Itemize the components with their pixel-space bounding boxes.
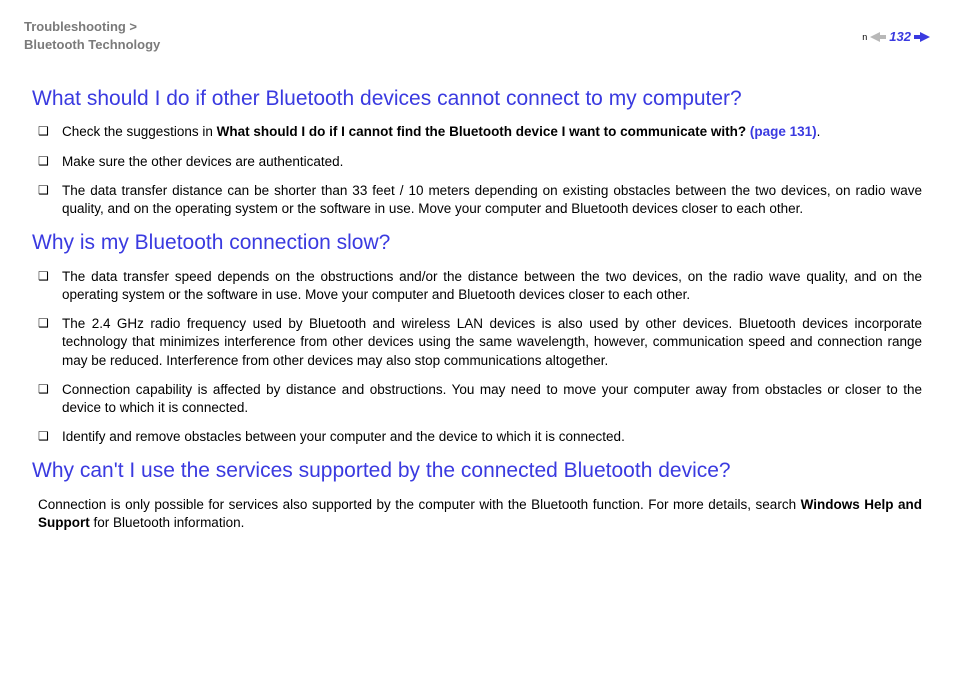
section-heading-2: Why is my Bluetooth connection slow? — [32, 229, 922, 257]
n-mark: n — [862, 31, 867, 43]
page-link[interactable]: (page 131) — [750, 124, 817, 139]
page-header: Troubleshooting > Bluetooth Technology n… — [24, 18, 930, 53]
list-item: The 2.4 GHz radio frequency used by Blue… — [32, 315, 922, 370]
next-page-icon[interactable] — [914, 32, 930, 42]
section-heading-3: Why can't I use the services supported b… — [32, 457, 922, 485]
list-item: Identify and remove obstacles between yo… — [32, 428, 922, 446]
content-area: What should I do if other Bluetooth devi… — [24, 85, 930, 532]
breadcrumb-line1: Troubleshooting > — [24, 19, 137, 34]
list-item: The data transfer distance can be shorte… — [32, 182, 922, 218]
list-item: Check the suggestions in What should I d… — [32, 123, 922, 141]
list-item: Connection capability is affected by dis… — [32, 381, 922, 417]
list-item: The data transfer speed depends on the o… — [32, 268, 922, 304]
breadcrumb-line2: Bluetooth Technology — [24, 36, 160, 54]
bullet-list-2: The data transfer speed depends on the o… — [32, 268, 922, 447]
bullet-list-1: Check the suggestions in What should I d… — [32, 123, 922, 218]
list-item: Make sure the other devices are authenti… — [32, 153, 922, 171]
page-navigation: n 132 — [862, 28, 930, 46]
page-number: 132 — [889, 28, 911, 46]
section-heading-1: What should I do if other Bluetooth devi… — [32, 85, 922, 113]
paragraph: Connection is only possible for services… — [32, 496, 922, 532]
prev-page-icon[interactable] — [870, 32, 886, 42]
breadcrumb: Troubleshooting > Bluetooth Technology — [24, 18, 160, 53]
